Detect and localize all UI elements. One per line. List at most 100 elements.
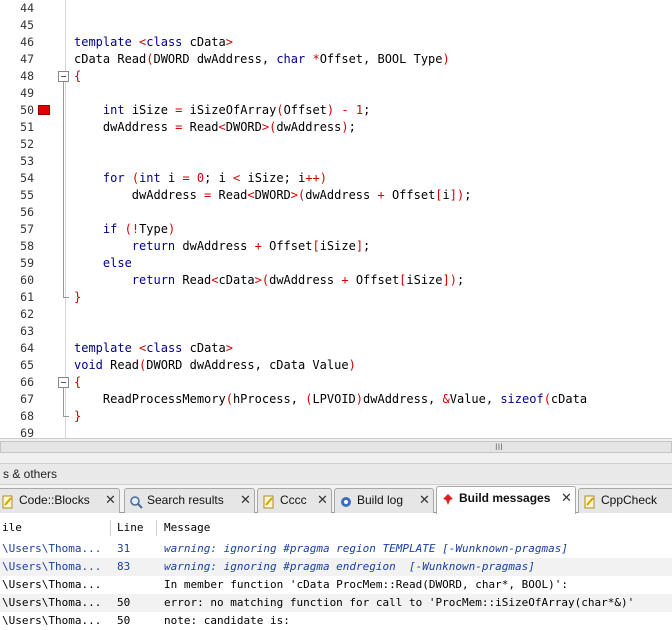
code-line-62[interactable]: 62 [0, 306, 672, 323]
tab-cccc[interactable]: Cccc ✕ [257, 488, 332, 513]
message-text-cell: error: no matching function for call to … [164, 596, 635, 609]
tab-build-log[interactable]: Build log ✕ [334, 488, 434, 513]
code-text: ReadProcessMemory(hProcess, (LPVOID)dwAd… [74, 392, 588, 406]
line-number: 65 [20, 358, 34, 372]
column-header-line[interactable]: Line [117, 518, 144, 538]
scrollbar-thumb[interactable]: III [0, 441, 672, 453]
fold-guide [63, 82, 64, 297]
code-line-53[interactable]: 53 [0, 153, 672, 170]
line-number: 68 [20, 409, 34, 423]
code-line-65[interactable]: 65 void Read(DWORD dwAddress, cData Value… [0, 357, 672, 374]
horizontal-scrollbar[interactable]: III [0, 438, 672, 455]
code-line-55[interactable]: 55 dwAddress = Read<DWORD>(dwAddress + O… [0, 187, 672, 204]
line-number: 55 [20, 188, 34, 202]
line-number: 49 [20, 86, 34, 100]
code-text: { [74, 69, 82, 83]
message-row[interactable]: \Users\Thoma... 31 warning: ignoring #prag… [0, 540, 672, 558]
code-editor[interactable]: 44 45 46 template <class cData> 47 cData Read… [0, 0, 672, 438]
close-icon[interactable]: ✕ [105, 489, 116, 512]
code-text: { [74, 375, 82, 389]
line-number: 62 [20, 307, 34, 321]
code-line-59[interactable]: 59 else [0, 255, 672, 272]
message-row[interactable]: \Users\Thoma... 83 warning: ignoring #prag… [0, 558, 672, 576]
code-text: return Read<cData>(dwAddress + Offset[iS… [131, 273, 465, 287]
message-file-cell: \Users\Thoma... [2, 578, 102, 591]
code-line-64[interactable]: 64 template <class cData> [0, 340, 672, 357]
code-line-57[interactable]: 57 if (!Type) [0, 221, 672, 238]
line-number: 64 [20, 341, 34, 355]
message-row[interactable]: \Users\Thoma... 50 error: no matching func… [0, 594, 672, 612]
line-number: 69 [20, 426, 34, 438]
message-text-cell: warning: ignoring #pragma region TEMPLAT… [164, 542, 568, 555]
fold-end [63, 416, 69, 417]
line-number: 54 [20, 171, 34, 185]
tab-label: Search results [147, 493, 224, 507]
pane-splitter[interactable] [0, 455, 672, 463]
error-marker-icon[interactable] [38, 105, 50, 115]
code-line-51[interactable]: 51 dwAddress = Read<DWORD>(dwAddress); [0, 119, 672, 136]
document-icon [262, 494, 276, 509]
tab-label: Cccc [280, 493, 307, 507]
tab-label: Build log [357, 493, 404, 507]
code-line-69[interactable]: 69 [0, 425, 672, 438]
line-number: 45 [20, 18, 34, 32]
code-text: for (int i = 0; i < iSize; i++) [102, 171, 328, 185]
code-line-45[interactable]: 45 [0, 17, 672, 34]
code-line-63[interactable]: 63 [0, 323, 672, 340]
column-header-file[interactable]: ile [2, 518, 22, 538]
code-line-60[interactable]: 60 return Read<cData>(dwAddress + Offset… [0, 272, 672, 289]
code-text: else [102, 256, 132, 270]
message-line-cell: 50 [117, 596, 131, 609]
close-icon[interactable]: ✕ [317, 489, 328, 512]
fold-end [63, 297, 69, 298]
tab-label: Build messages [459, 491, 551, 505]
column-header-message[interactable]: Message [164, 518, 210, 538]
line-number: 57 [20, 222, 34, 236]
line-number: 47 [20, 52, 34, 66]
code-line-68[interactable]: 68} [0, 408, 672, 425]
line-number: 48 [20, 69, 34, 83]
line-number: 44 [20, 1, 34, 15]
line-number: 63 [20, 324, 34, 338]
code-line-48[interactable]: 48 { [0, 68, 672, 85]
code-line-52[interactable]: 52 [0, 136, 672, 153]
code-text: dwAddress = Read<DWORD>(dwAddress); [74, 120, 356, 134]
line-number: 67 [20, 392, 34, 406]
line-number: 58 [20, 239, 34, 253]
code-line-56[interactable]: 56 [0, 204, 672, 221]
code-line-49[interactable]: 49 [0, 85, 672, 102]
tab-code-blocks[interactable]: Code::Blocks ✕ [0, 488, 120, 513]
code-line-46[interactable]: 46 template <class cData> [0, 34, 672, 51]
code-line-67[interactable]: 67 ReadProcessMemory(hProcess, (LPVOID)d… [0, 391, 672, 408]
code-line-50[interactable]: 50 int iSize = iSizeOfArray(Offset) - 1; [0, 102, 672, 119]
code-text: return dwAddress + Offset[iSize]; [131, 239, 371, 253]
column-separator [156, 520, 157, 536]
code-line-58[interactable]: 58 return dwAddress + Offset[iSize]; [0, 238, 672, 255]
code-line-44[interactable]: 44 [0, 0, 672, 17]
code-text: if (!Type) [102, 222, 176, 236]
line-number: 66 [20, 375, 34, 389]
line-number: 53 [20, 154, 34, 168]
tab-search-results[interactable]: Search results ✕ [124, 488, 255, 513]
message-file-cell: \Users\Thoma... [2, 596, 102, 609]
line-number: 51 [20, 120, 34, 134]
code-text: void Read(DWORD dwAddress, cData Value) [74, 358, 356, 372]
tab-build-messages[interactable]: Build messages ✕ [436, 486, 576, 514]
message-row[interactable]: \Users\Thoma... 50 note: candidate is: [0, 612, 672, 630]
tab-cppcheck[interactable]: CppCheck✕ [578, 488, 672, 513]
close-icon[interactable]: ✕ [419, 489, 430, 512]
code-line-47[interactable]: 47 cData Read(DWORD dwAddress, char *Offs… [0, 51, 672, 68]
close-icon[interactable]: ✕ [561, 487, 572, 510]
line-number: 46 [20, 35, 34, 49]
fold-toggle-icon[interactable] [58, 71, 69, 82]
close-icon[interactable]: ✕ [240, 489, 251, 512]
line-number: 56 [20, 205, 34, 219]
column-separator [110, 520, 111, 536]
fold-toggle-icon[interactable] [58, 377, 69, 388]
code-line-54[interactable]: 54 for (int i = 0; i < iSize; i++) [0, 170, 672, 187]
message-line-cell: 50 [117, 614, 131, 627]
code-line-61[interactable]: 61} [0, 289, 672, 306]
message-row[interactable]: \Users\Thoma... In member function 'cData… [0, 576, 672, 594]
code-line-66[interactable]: 66 { [0, 374, 672, 391]
message-file-cell: \Users\Thoma... [2, 560, 102, 573]
